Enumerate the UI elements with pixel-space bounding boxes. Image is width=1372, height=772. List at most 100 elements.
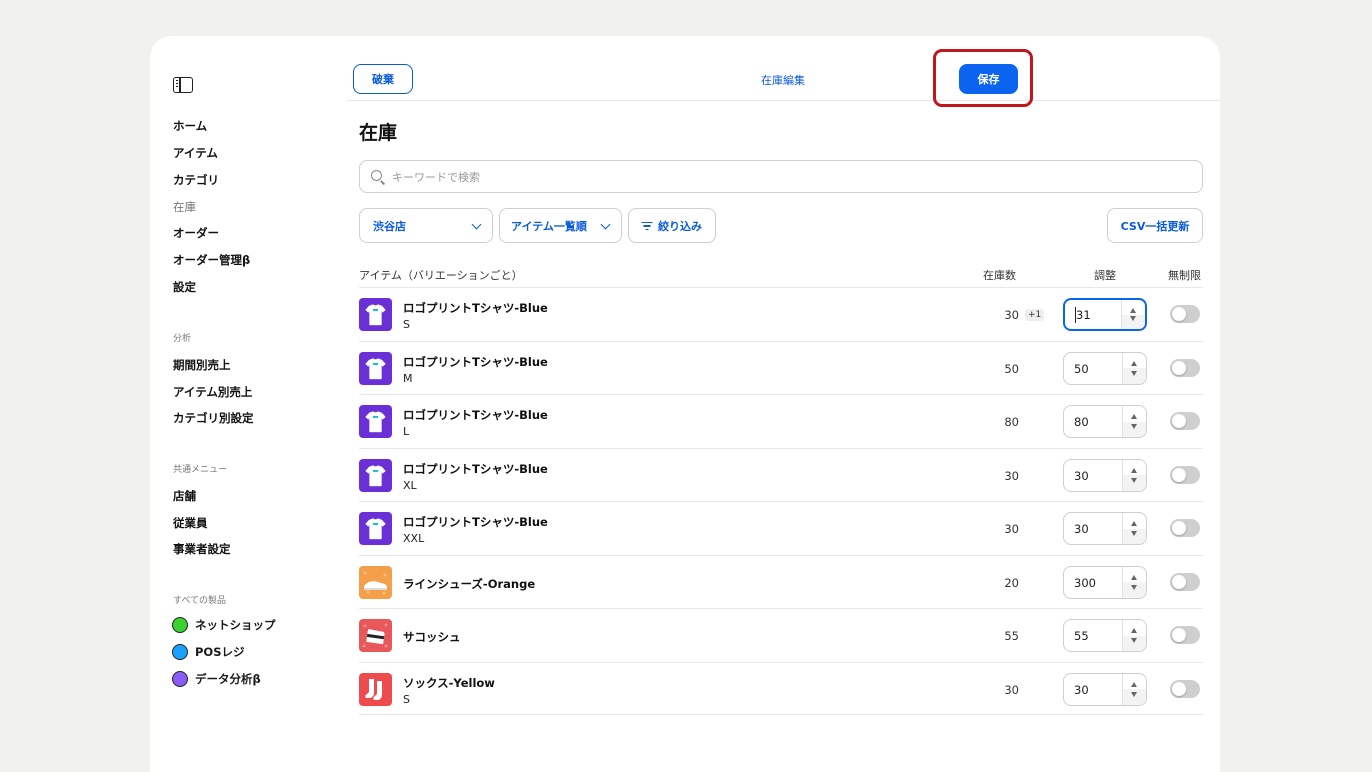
stepper-buttons[interactable] — [1122, 406, 1146, 437]
narrow-filter-button[interactable]: 絞り込み — [628, 208, 716, 243]
store-select[interactable]: 渋谷店 — [359, 208, 493, 243]
sort-select[interactable]: アイテム一覧順 — [499, 208, 622, 243]
adjust-stepper[interactable] — [1063, 405, 1147, 438]
tshirt-icon — [359, 405, 392, 438]
sidebar-section-common: 共通メニュー — [173, 465, 228, 475]
increment-icon[interactable] — [1131, 681, 1137, 687]
sidebar-item-stores[interactable]: 店舗 — [173, 488, 196, 504]
increment-icon[interactable] — [1131, 414, 1137, 419]
item-variant: M — [403, 371, 413, 385]
unlimited-toggle[interactable] — [1170, 358, 1200, 377]
adjust-stepper[interactable] — [1063, 512, 1147, 545]
sidebar-item-categories[interactable]: カテゴリ — [173, 172, 219, 188]
adjust-input[interactable] — [1074, 414, 1124, 430]
stepper-buttons[interactable] — [1122, 566, 1146, 598]
increment-icon[interactable] — [1131, 628, 1137, 633]
stock-count: 20 — [1004, 575, 1019, 590]
stepper-buttons[interactable] — [1122, 620, 1146, 651]
increment-icon[interactable] — [1131, 467, 1137, 473]
adjust-input[interactable] — [1074, 681, 1124, 698]
sidebar-item-staff[interactable]: 従業員 — [173, 515, 208, 531]
sidebar-toggle-icon[interactable] — [173, 77, 193, 93]
adjust-input[interactable] — [1074, 521, 1124, 537]
stepper-buttons[interactable] — [1122, 352, 1146, 384]
adjust-input[interactable] — [1074, 467, 1124, 484]
adjust-stepper[interactable] — [1063, 458, 1147, 492]
stock-count: 30 — [1004, 522, 1019, 536]
narrow-filter-label: 絞り込み — [658, 219, 702, 233]
item-variant: XXL — [403, 532, 425, 545]
app-window: ホーム アイテム カテゴリ 在庫 オーダー オーダー管理β 設定 分析 期間別売… — [150, 36, 1220, 772]
sidebar-item-orders[interactable]: オーダー — [173, 225, 219, 241]
product-net-shop[interactable]: ネットショップ — [172, 617, 276, 633]
sidebar-item-items[interactable]: アイテム — [173, 145, 218, 161]
unlimited-toggle[interactable] — [1170, 305, 1200, 323]
adjust-stepper[interactable] — [1063, 672, 1147, 706]
adjust-stepper[interactable] — [1063, 351, 1147, 385]
tshirt-icon — [359, 512, 392, 545]
column-header-adjust: 調整 — [1094, 269, 1116, 282]
decrement-icon[interactable] — [1131, 531, 1137, 536]
stock-count: 55 — [1004, 629, 1019, 643]
stepper-buttons[interactable] — [1121, 300, 1145, 329]
chevron-down-icon — [600, 219, 611, 230]
unlimited-toggle[interactable] — [1170, 572, 1200, 591]
decrement-icon[interactable] — [1130, 316, 1136, 321]
bag-icon — [359, 619, 392, 652]
adjust-stepper[interactable] — [1063, 565, 1147, 599]
column-header-stock: 在庫数 — [983, 269, 1016, 282]
sidebar-item-order-management[interactable]: オーダー管理β — [173, 252, 250, 268]
increment-icon[interactable] — [1131, 521, 1137, 526]
data-analysis-dot-icon — [172, 671, 188, 687]
item-name: ロゴプリントTシャツ-Blue — [403, 515, 548, 529]
table-row: ロゴプリントTシャツ-Blue XL 30 — [359, 447, 1203, 502]
search-icon — [371, 170, 382, 181]
search-box — [359, 160, 1203, 193]
csv-update-label: CSV一括更新 — [1120, 219, 1190, 233]
unlimited-toggle[interactable] — [1170, 626, 1200, 644]
decrement-icon[interactable] — [1131, 584, 1137, 590]
sidebar-item-category-settings[interactable]: カテゴリ別設定 — [173, 410, 254, 426]
unlimited-toggle[interactable] — [1170, 412, 1200, 430]
csv-update-button[interactable]: CSV一括更新 — [1107, 208, 1203, 243]
header-bar: 破棄 在庫編集 — [347, 36, 1220, 101]
increment-icon[interactable] — [1130, 308, 1136, 313]
sidebar-item-inventory[interactable]: 在庫 — [173, 199, 196, 215]
increment-icon[interactable] — [1131, 360, 1137, 366]
stepper-buttons[interactable] — [1122, 673, 1146, 705]
net-shop-dot-icon — [172, 617, 188, 633]
save-button[interactable]: 保存 — [959, 64, 1018, 94]
decrement-icon[interactable] — [1131, 370, 1137, 376]
adjust-stepper[interactable] — [1063, 298, 1147, 331]
decrement-icon[interactable] — [1131, 691, 1137, 697]
sidebar-item-settings[interactable]: 設定 — [173, 279, 196, 295]
stepper-buttons[interactable] — [1122, 513, 1146, 544]
unlimited-toggle[interactable] — [1170, 465, 1200, 484]
decrement-icon[interactable] — [1131, 424, 1137, 429]
decrement-icon[interactable] — [1131, 638, 1137, 643]
stepper-buttons[interactable] — [1122, 459, 1146, 491]
unlimited-toggle[interactable] — [1170, 519, 1200, 537]
sidebar-item-item-sales[interactable]: アイテム別売上 — [173, 384, 252, 400]
chevron-down-icon — [471, 219, 482, 230]
stock-count: 30 — [1004, 682, 1019, 697]
sidebar-item-home[interactable]: ホーム — [173, 118, 207, 134]
item-name: サコッシュ — [403, 630, 461, 644]
discard-button[interactable]: 破棄 — [353, 64, 413, 94]
sidebar-item-business-settings[interactable]: 事業者設定 — [173, 541, 231, 557]
adjust-input[interactable] — [1074, 360, 1124, 377]
product-pos[interactable]: POSレジ — [172, 644, 245, 660]
adjust-stepper[interactable] — [1063, 619, 1147, 652]
sidebar-item-period-sales[interactable]: 期間別売上 — [173, 357, 231, 373]
increment-icon[interactable] — [1131, 574, 1137, 580]
decrement-icon[interactable] — [1131, 477, 1137, 483]
adjust-input[interactable] — [1074, 628, 1124, 644]
unlimited-toggle[interactable] — [1170, 679, 1200, 698]
product-data-analysis[interactable]: データ分析β — [172, 671, 261, 687]
table-row: ソックス-Yellow S 30 — [359, 661, 1203, 715]
adjust-input[interactable] — [1074, 574, 1124, 591]
stock-count: 80 — [1004, 415, 1019, 429]
item-name: ソックス-Yellow — [403, 675, 495, 690]
search-input[interactable] — [392, 167, 1172, 187]
adjust-input[interactable] — [1076, 307, 1126, 323]
